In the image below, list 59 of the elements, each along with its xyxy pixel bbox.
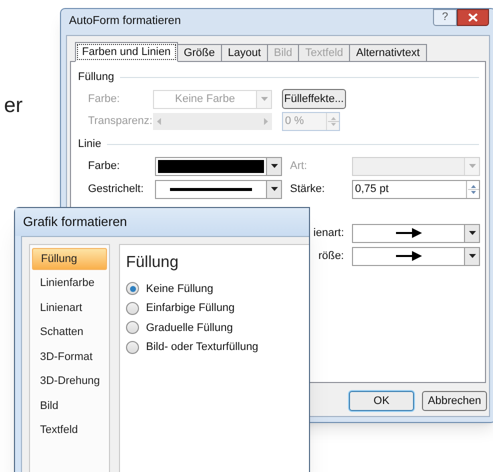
tab[interactable]: Farben und Linien bbox=[75, 42, 178, 62]
dash-dropdown[interactable] bbox=[155, 180, 282, 198]
window-title: AutoForm formatieren bbox=[69, 14, 181, 30]
category-item[interactable]: Textfeld bbox=[32, 420, 107, 442]
dropdown-value: Keine Farbe bbox=[174, 92, 236, 107]
field-label: Transparenz: bbox=[88, 114, 153, 129]
category-item[interactable]: Schatten bbox=[32, 322, 107, 344]
radio-label: Einfarbige Füllung bbox=[146, 301, 235, 316]
arrow-dropdown[interactable] bbox=[352, 224, 480, 242]
panel-heading: Füllung bbox=[126, 253, 180, 273]
category-item[interactable]: 3D-Drehung bbox=[32, 370, 107, 392]
help-button[interactable]: ? bbox=[433, 9, 457, 26]
caret-icon bbox=[270, 187, 278, 191]
color-dropdown[interactable] bbox=[155, 156, 282, 176]
caret-icon bbox=[260, 97, 268, 101]
category-item[interactable]: Linienart bbox=[32, 297, 107, 319]
field-label: Gestrichelt: bbox=[88, 182, 145, 197]
arrow-icon bbox=[396, 228, 422, 238]
category-item[interactable]: Bild bbox=[32, 395, 107, 417]
radio-label: Bild- oder Texturfüllung bbox=[146, 340, 258, 355]
category-item[interactable]: Linienfarbe bbox=[32, 272, 107, 294]
window-title: Grafik formatieren bbox=[23, 213, 128, 232]
caret-icon bbox=[468, 231, 476, 235]
radio-label: Keine Füllung bbox=[146, 282, 214, 296]
field-label: Farbe: bbox=[88, 92, 121, 107]
input-field[interactable]: 0,75 pt bbox=[352, 180, 480, 198]
tab[interactable]: Alternativtext bbox=[349, 44, 427, 62]
close-button[interactable] bbox=[457, 9, 489, 26]
field-label: röße: bbox=[318, 248, 344, 264]
section-heading: Linie bbox=[78, 136, 102, 152]
caret-icon bbox=[468, 164, 476, 168]
caret-icon bbox=[468, 254, 476, 258]
dialog-button[interactable]: Abbrechen bbox=[422, 391, 487, 411]
field-label: Stärke: bbox=[290, 182, 326, 197]
field-label: ienart: bbox=[313, 226, 344, 241]
close-icon bbox=[468, 13, 478, 22]
arrow-dropdown[interactable] bbox=[352, 246, 480, 266]
dropdown-button[interactable] bbox=[266, 180, 281, 198]
section-heading: Füllung bbox=[78, 70, 116, 85]
dropdown-button[interactable] bbox=[266, 158, 281, 174]
line-style-icon bbox=[170, 188, 252, 190]
field-label: Farbe: bbox=[88, 158, 121, 174]
dropdown-button[interactable] bbox=[464, 224, 479, 242]
radio-button[interactable] bbox=[126, 340, 139, 354]
radio-button[interactable] bbox=[126, 321, 139, 334]
tab[interactable]: Layout bbox=[220, 44, 268, 62]
radio-label: Graduelle Füllung bbox=[146, 320, 233, 336]
arrow-icon bbox=[396, 251, 422, 261]
category-item[interactable]: Füllung bbox=[32, 248, 107, 270]
radio-button[interactable] bbox=[126, 302, 139, 315]
spin-buttons[interactable] bbox=[466, 180, 479, 198]
tab[interactable]: Größe bbox=[176, 44, 222, 62]
category-item[interactable]: 3D-Format bbox=[32, 346, 107, 368]
dropdown-button[interactable] bbox=[464, 248, 479, 264]
caret-icon bbox=[270, 164, 278, 168]
dialog-button[interactable]: OK bbox=[349, 391, 414, 411]
radio-button[interactable] bbox=[126, 282, 139, 296]
field-label: Art: bbox=[290, 158, 308, 174]
slide-text: er bbox=[4, 93, 23, 119]
